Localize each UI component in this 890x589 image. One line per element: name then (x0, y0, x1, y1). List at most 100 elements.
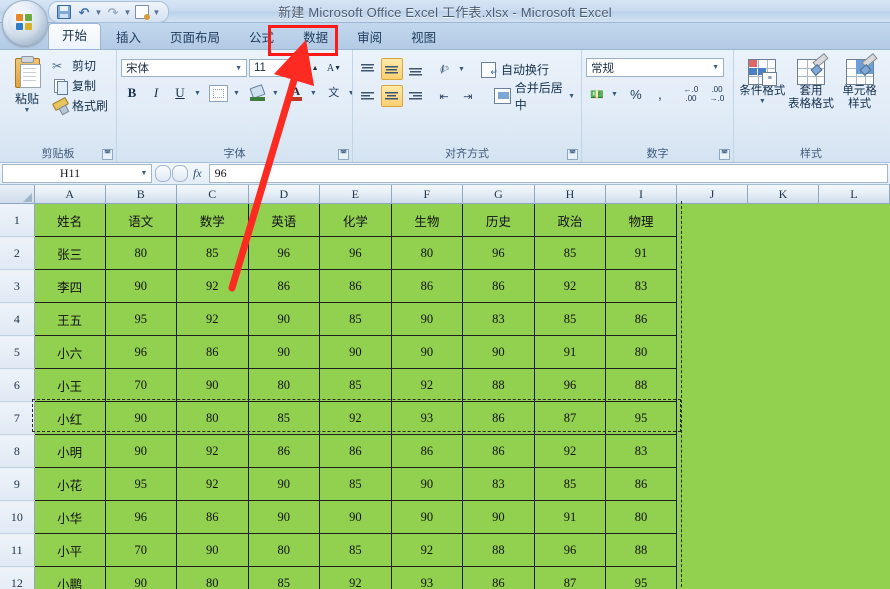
cell-G6[interactable]: 88 (461, 368, 535, 402)
cell-H10[interactable]: 91 (533, 500, 606, 534)
tab-view[interactable]: 视图 (397, 26, 450, 49)
cell-J4[interactable] (676, 302, 748, 336)
cell-C4[interactable]: 92 (175, 302, 249, 336)
cell-H8[interactable]: 92 (533, 434, 606, 468)
cell-A9[interactable]: 小花 (33, 467, 106, 501)
cell-G2[interactable]: 96 (461, 236, 535, 270)
cell-J1[interactable] (676, 203, 748, 237)
row-header-4[interactable]: 4 (0, 302, 35, 336)
tab-home[interactable]: 开始 (48, 23, 102, 49)
col-header-d[interactable]: D (248, 185, 320, 204)
fill-color-button[interactable] (247, 82, 269, 104)
font-dialog-launcher[interactable]: ◚ (338, 149, 349, 160)
cell-L12[interactable] (818, 566, 890, 589)
fill-color-dropdown-icon[interactable]: ▼ (271, 90, 280, 97)
cell-F12[interactable]: 93 (390, 566, 463, 589)
cell-A10[interactable]: 小华 (33, 500, 106, 534)
cell-C11[interactable]: 90 (175, 533, 249, 567)
font-name-dropdown-icon[interactable]: ▼ (233, 65, 244, 72)
align-bottom-button[interactable] (405, 58, 427, 80)
cell-F10[interactable]: 90 (390, 500, 463, 534)
cell-K10[interactable] (747, 500, 819, 534)
cell-H11[interactable]: 96 (533, 533, 606, 567)
cell-E3[interactable]: 86 (318, 269, 392, 303)
cell-H5[interactable]: 91 (533, 335, 606, 369)
cell-B5[interactable]: 96 (104, 335, 177, 369)
merge-center-button[interactable]: 合并后居中 ▼ (493, 81, 577, 112)
col-header-a[interactable]: A (34, 185, 106, 204)
col-header-i[interactable]: I (605, 185, 678, 204)
cell-L5[interactable] (818, 335, 890, 369)
increase-decimal-button[interactable]: ←.0.00 (679, 83, 703, 105)
cell-B11[interactable]: 70 (104, 533, 177, 567)
cell-A12[interactable]: 小鹏 (33, 566, 106, 589)
cell-I1[interactable]: 物理 (604, 203, 678, 237)
italic-button[interactable]: I (145, 82, 167, 104)
enter-entry-button[interactable] (172, 165, 188, 182)
row-header-1[interactable]: 1 (0, 203, 35, 237)
cell-D9[interactable]: 90 (247, 467, 320, 501)
cell-L2[interactable] (818, 236, 890, 270)
cell-B9[interactable]: 95 (104, 467, 177, 501)
cell-F8[interactable]: 86 (390, 434, 463, 468)
tab-formulas[interactable]: 公式 (235, 26, 288, 49)
bold-button[interactable]: B (121, 82, 143, 104)
col-header-e[interactable]: E (319, 185, 392, 204)
cell-F6[interactable]: 92 (390, 368, 463, 402)
cell-G4[interactable]: 83 (461, 302, 535, 336)
increase-indent-button[interactable]: ⇥ (457, 85, 479, 107)
cell-I5[interactable]: 80 (604, 335, 678, 369)
align-left-button[interactable] (357, 85, 379, 107)
cell-B8[interactable]: 90 (104, 434, 177, 468)
cell-K5[interactable] (747, 335, 819, 369)
cell-G12[interactable]: 86 (461, 566, 535, 589)
cell-D8[interactable]: 86 (247, 434, 320, 468)
comma-style-button[interactable]: , (649, 83, 671, 105)
cell-C1[interactable]: 数学 (175, 203, 249, 237)
cell-L1[interactable] (818, 203, 890, 237)
cancel-entry-button[interactable] (155, 165, 171, 182)
tab-review[interactable]: 审阅 (343, 26, 396, 49)
cell-G10[interactable]: 90 (461, 500, 535, 534)
cell-L6[interactable] (818, 368, 890, 402)
cell-D5[interactable]: 90 (247, 335, 320, 369)
cell-J3[interactable] (676, 269, 748, 303)
cell-J6[interactable] (676, 368, 748, 402)
cell-D1[interactable]: 英语 (247, 203, 320, 237)
cell-B10[interactable]: 96 (104, 500, 177, 534)
cell-L7[interactable] (818, 401, 890, 435)
formula-input[interactable]: 96 (208, 164, 888, 183)
cell-C2[interactable]: 85 (175, 236, 249, 270)
cell-H7[interactable]: 87 (533, 401, 606, 435)
cell-D4[interactable]: 90 (247, 302, 320, 336)
cell-J11[interactable] (676, 533, 748, 567)
phonetic-guide-button[interactable]: 文 (323, 82, 345, 104)
cell-K8[interactable] (747, 434, 819, 468)
cell-F7[interactable]: 93 (390, 401, 463, 435)
cell-A8[interactable]: 小明 (33, 434, 106, 468)
cell-L3[interactable] (818, 269, 890, 303)
cell-D2[interactable]: 96 (247, 236, 320, 270)
cell-H6[interactable]: 96 (533, 368, 606, 402)
cell-J2[interactable] (676, 236, 748, 270)
col-header-b[interactable]: B (105, 185, 177, 204)
cell-C7[interactable]: 80 (175, 401, 249, 435)
cell-B4[interactable]: 95 (104, 302, 177, 336)
cell-I2[interactable]: 91 (604, 236, 678, 270)
cell-E11[interactable]: 85 (318, 533, 392, 567)
row-header-10[interactable]: 10 (0, 500, 35, 534)
currency-dropdown-icon[interactable]: ▼ (610, 91, 619, 98)
cell-C12[interactable]: 80 (175, 566, 249, 589)
align-right-button[interactable] (405, 85, 427, 107)
paste-button[interactable]: 粘贴 ▼ (4, 53, 50, 114)
conditional-formatting-dropdown-icon[interactable]: ▼ (759, 98, 766, 105)
copy-button[interactable]: 复制 (50, 76, 112, 95)
name-box-dropdown-icon[interactable]: ▼ (137, 170, 151, 177)
tab-insert[interactable]: 插入 (102, 26, 155, 49)
cell-E4[interactable]: 85 (318, 302, 392, 336)
orientation-dropdown-icon[interactable]: ▼ (457, 66, 466, 73)
cell-styles-button[interactable]: 单元格 样式 (835, 57, 884, 111)
cell-E8[interactable]: 86 (318, 434, 392, 468)
currency-button[interactable]: 💵 (586, 83, 608, 105)
tab-page-layout[interactable]: 页面布局 (156, 26, 234, 49)
